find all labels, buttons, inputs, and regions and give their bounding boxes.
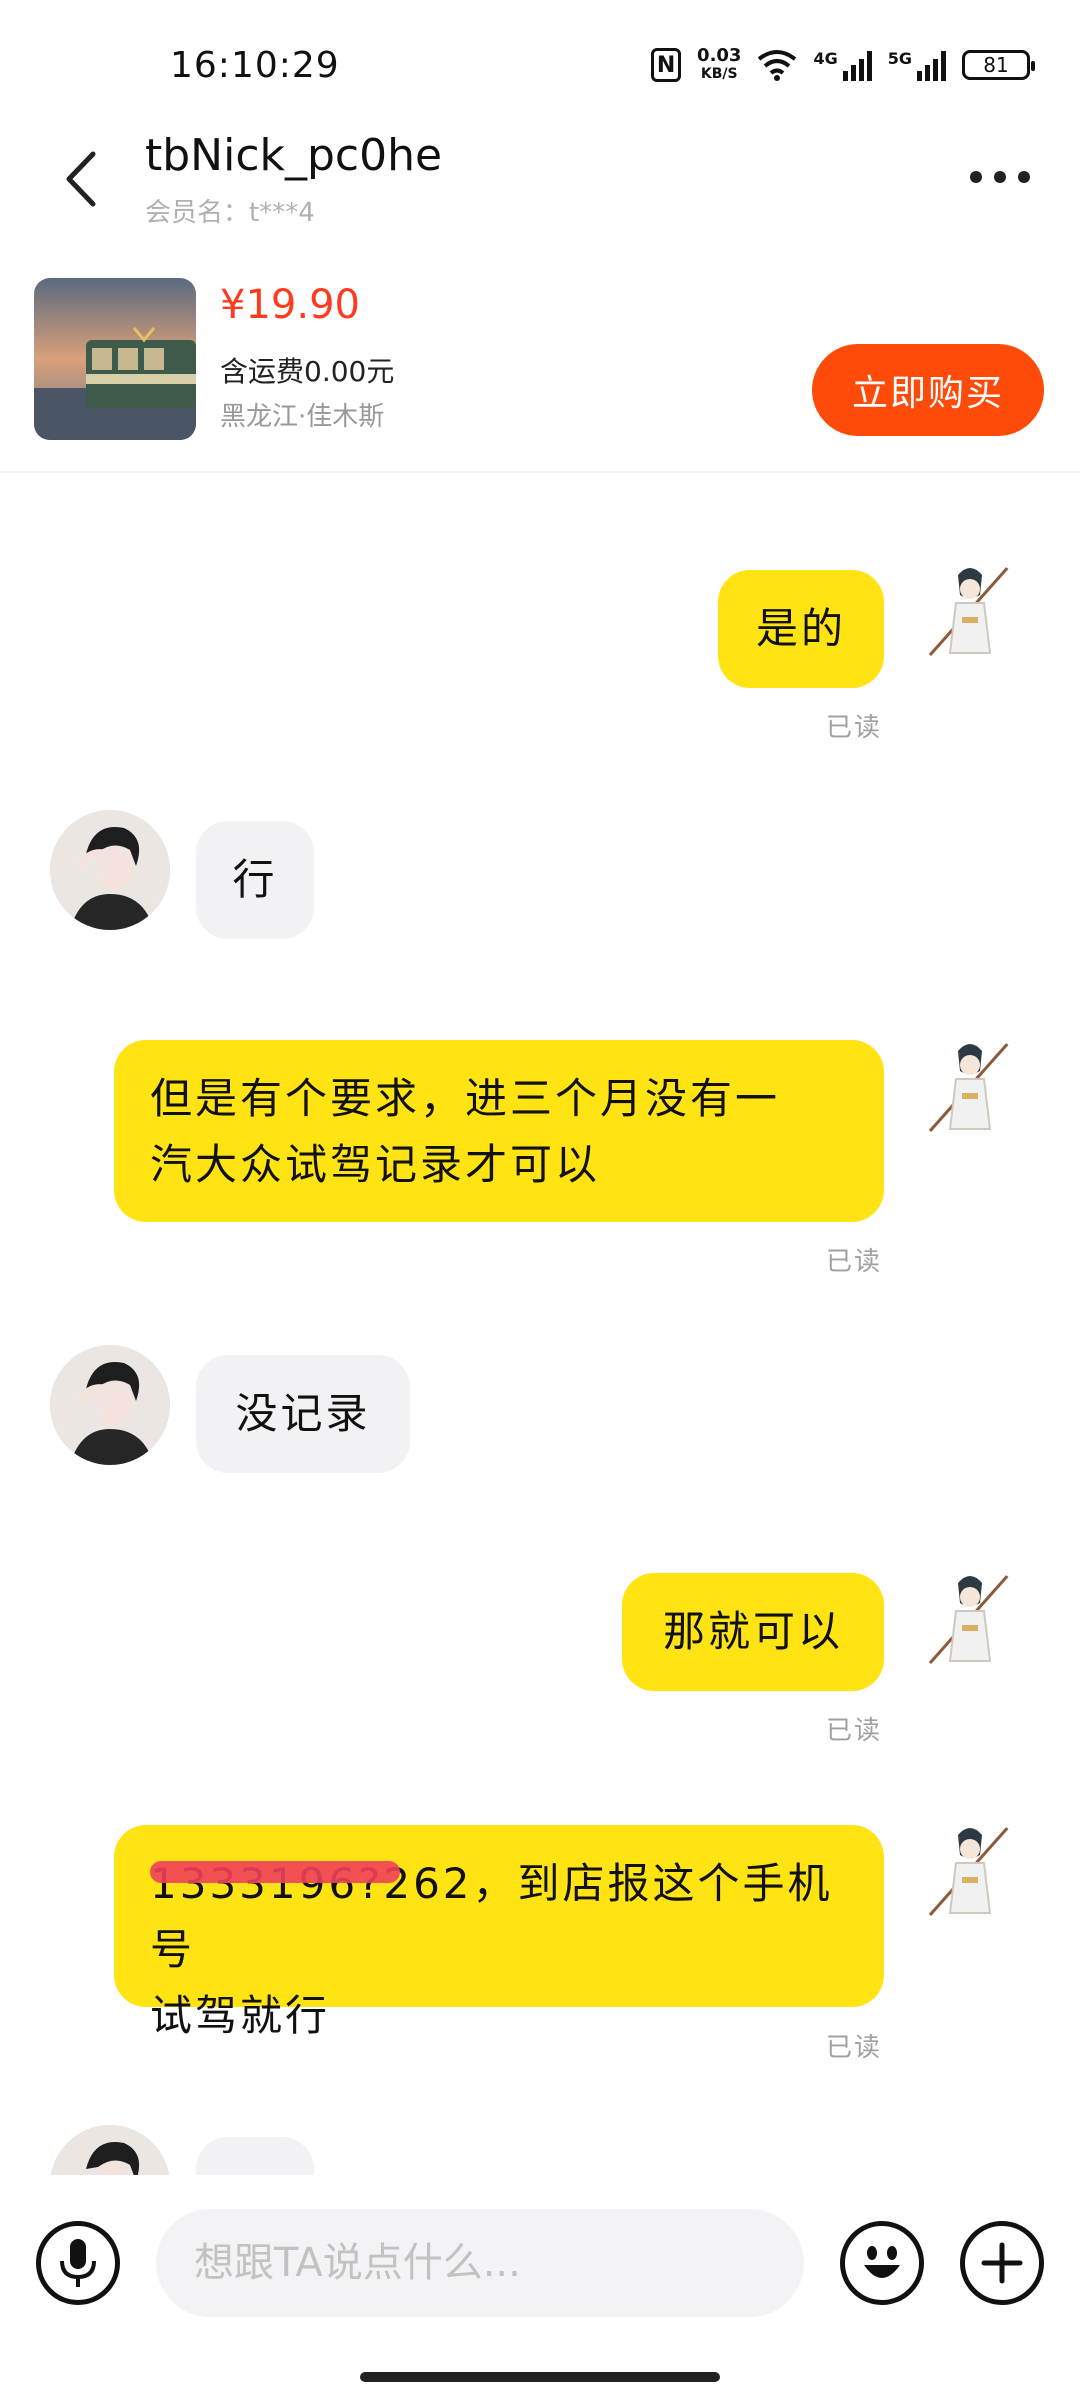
back-button[interactable]: [50, 144, 110, 214]
redaction-mark: [150, 1861, 400, 1883]
more-actions-button[interactable]: [960, 2221, 1044, 2305]
message-list[interactable]: 是的 已读 行 但是有个要求，进三个月没有一 汽大众试驾记录才可以 已读 没记录…: [0, 475, 1080, 2175]
my-avatar[interactable]: [910, 555, 1030, 675]
message-bubble-mine[interactable]: 那就可以: [622, 1573, 884, 1691]
read-receipt: 已读: [826, 1247, 883, 1277]
read-receipt: 已读: [826, 2033, 883, 2063]
network-speed: 0.03 KB/S: [697, 47, 741, 83]
message-bubble-mine[interactable]: 是的: [718, 570, 884, 688]
battery-icon: 81: [962, 50, 1035, 80]
shipping-fee: 含运费0.00元: [220, 355, 395, 388]
home-indicator[interactable]: [360, 2372, 720, 2382]
contact-avatar[interactable]: [50, 1345, 170, 1465]
status-time: 16:10:29: [170, 44, 340, 86]
message-bubble-contact[interactable]: 行: [196, 821, 314, 939]
message-bubble-mine[interactable]: 1333196?262，到店报这个手机号 试驾就行: [114, 1825, 884, 2040]
status-bar: 16:10:29 N 0.03 KB/S 4G 5G 81: [0, 0, 1080, 130]
read-receipt: 已读: [826, 1716, 883, 1746]
emoji-icon: [864, 2246, 900, 2278]
message-bubble-mine[interactable]: 但是有个要求，进三个月没有一 汽大众试驾记录才可以: [114, 1040, 884, 1222]
my-avatar[interactable]: [910, 1563, 1030, 1683]
contact-avatar[interactable]: [50, 2125, 170, 2175]
contact-avatar[interactable]: [50, 810, 170, 930]
buy-now-button[interactable]: 立即购买: [812, 344, 1044, 436]
microphone-icon: [60, 2239, 96, 2287]
product-card[interactable]: ¥19.90 含运费0.00元 黑龙江·佳木斯 立即购买: [0, 268, 1080, 473]
network-speed-value: 0.03: [697, 45, 742, 66]
plus-icon: [981, 2242, 1023, 2284]
cell-signal-4g-icon: 4G: [813, 49, 872, 81]
wifi-icon: [758, 50, 797, 81]
emoji-button[interactable]: [840, 2221, 924, 2305]
shipping-location: 黑龙江·佳木斯: [220, 402, 385, 432]
voice-button[interactable]: [36, 2221, 120, 2305]
message-bubble-contact[interactable]: 没记录: [196, 1355, 410, 1473]
my-avatar[interactable]: [910, 1815, 1030, 1935]
product-image[interactable]: [34, 278, 196, 440]
nfc-icon: N: [651, 48, 682, 82]
more-dots-icon: [970, 171, 982, 183]
chevron-left-icon: [66, 151, 96, 207]
more-options-button[interactable]: [960, 152, 1040, 202]
message-composer: [0, 2175, 1080, 2355]
read-receipt: 已读: [826, 713, 883, 743]
cell-signal-5g-icon: 5G: [888, 49, 946, 81]
chat-header: tbNick_pc0he 会员名：t***4: [0, 130, 1080, 250]
message-input[interactable]: [156, 2209, 804, 2317]
network-speed-unit: KB/S: [700, 66, 738, 82]
contact-nickname: tbNick_pc0he: [145, 130, 443, 181]
member-name: 会员名：t***4: [145, 198, 315, 228]
message-bubble-contact[interactable]: [196, 2137, 314, 2175]
my-avatar[interactable]: [910, 1031, 1030, 1151]
status-icons: N 0.03 KB/S 4G 5G 81: [651, 47, 1035, 83]
product-price: ¥19.90: [220, 282, 360, 328]
